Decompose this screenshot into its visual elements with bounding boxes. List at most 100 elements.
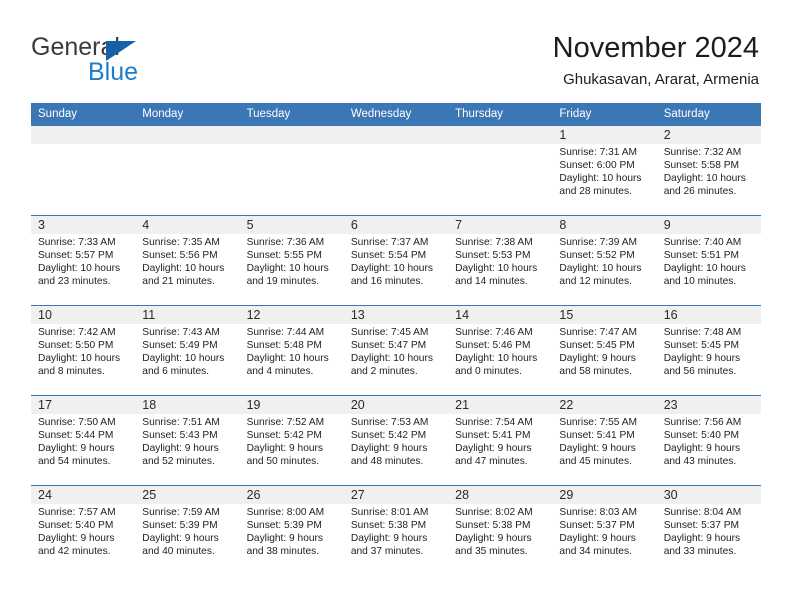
sunrise-text: Sunrise: 7:59 AM xyxy=(142,507,220,518)
day-cell[interactable]: Sunrise: 7:31 AM Sunset: 6:00 PM Dayligh… xyxy=(552,144,656,215)
sunset-text: Sunset: 5:51 PM xyxy=(663,250,740,262)
day-cell[interactable]: Sunrise: 7:40 AM Sunset: 5:51 PM Dayligh… xyxy=(657,234,761,305)
day-cell[interactable]: Sunrise: 7:59 AM Sunset: 5:39 PM Dayligh… xyxy=(135,504,239,575)
daylight-text-line1: Daylight: 9 hours xyxy=(559,443,636,455)
day-cell[interactable]: Sunrise: 7:48 AM Sunset: 5:45 PM Dayligh… xyxy=(657,324,761,395)
day-number[interactable]: 26 xyxy=(240,486,344,504)
day-cell[interactable]: Sunrise: 8:03 AM Sunset: 5:37 PM Dayligh… xyxy=(552,504,656,575)
day-number[interactable] xyxy=(448,126,552,144)
day-number[interactable]: 18 xyxy=(135,396,239,414)
day-number[interactable]: 4 xyxy=(135,216,239,234)
day-number[interactable]: 6 xyxy=(344,216,448,234)
day-number[interactable]: 16 xyxy=(657,306,761,324)
week-daynumber-band: 24 25 26 27 28 29 30 xyxy=(31,486,761,504)
sunrise-text: Sunrise: 7:45 AM xyxy=(350,327,429,338)
day-cell[interactable]: Sunrise: 7:50 AM Sunset: 5:44 PM Dayligh… xyxy=(31,414,135,485)
day-number[interactable]: 5 xyxy=(240,216,344,234)
day-cell[interactable]: Sunrise: 7:39 AM Sunset: 5:52 PM Dayligh… xyxy=(552,234,656,305)
calendar-grid: Sunday Monday Tuesday Wednesday Thursday… xyxy=(31,103,761,575)
day-cell[interactable]: Sunrise: 7:46 AM Sunset: 5:46 PM Dayligh… xyxy=(448,324,552,395)
day-number[interactable]: 7 xyxy=(448,216,552,234)
day-number[interactable] xyxy=(240,126,344,144)
sunrise-text: Sunrise: 7:51 AM xyxy=(142,417,220,428)
weekday-header-monday: Monday xyxy=(142,108,184,120)
day-cell[interactable] xyxy=(448,144,552,215)
day-cell[interactable] xyxy=(135,144,239,215)
week-daynumber-band: 1 2 xyxy=(31,126,761,144)
day-number[interactable]: 11 xyxy=(135,306,239,324)
sunrise-text: Sunrise: 7:32 AM xyxy=(663,147,742,158)
day-cell[interactable]: Sunrise: 7:43 AM Sunset: 5:49 PM Dayligh… xyxy=(135,324,239,395)
day-number[interactable]: 27 xyxy=(344,486,448,504)
daylight-text-line2: and 56 minutes. xyxy=(663,366,737,378)
day-cell[interactable]: Sunrise: 7:57 AM Sunset: 5:40 PM Dayligh… xyxy=(31,504,135,575)
day-number[interactable]: 20 xyxy=(344,396,448,414)
daylight-text-line1: Daylight: 10 hours xyxy=(142,353,225,365)
day-number[interactable]: 14 xyxy=(448,306,552,324)
day-number[interactable]: 10 xyxy=(31,306,135,324)
day-cell[interactable]: Sunrise: 8:02 AM Sunset: 5:38 PM Dayligh… xyxy=(448,504,552,575)
sunrise-text: Sunrise: 7:40 AM xyxy=(663,237,742,248)
day-number[interactable]: 19 xyxy=(240,396,344,414)
day-cell[interactable]: Sunrise: 7:32 AM Sunset: 5:58 PM Dayligh… xyxy=(657,144,761,215)
day-cell[interactable]: Sunrise: 7:56 AM Sunset: 5:40 PM Dayligh… xyxy=(657,414,761,485)
day-cell[interactable]: Sunrise: 7:36 AM Sunset: 5:55 PM Dayligh… xyxy=(240,234,344,305)
day-cell[interactable] xyxy=(31,144,135,215)
week-detail-band: Sunrise: 7:31 AM Sunset: 6:00 PM Dayligh… xyxy=(31,144,761,215)
day-number[interactable]: 15 xyxy=(552,306,656,324)
daylight-text-line1: Daylight: 10 hours xyxy=(455,353,538,365)
day-number[interactable]: 1 xyxy=(552,126,656,144)
daylight-text-line2: and 2 minutes. xyxy=(350,366,418,378)
day-number[interactable]: 2 xyxy=(657,126,761,144)
day-cell[interactable]: Sunrise: 7:45 AM Sunset: 5:47 PM Dayligh… xyxy=(344,324,448,395)
day-cell[interactable]: Sunrise: 7:55 AM Sunset: 5:41 PM Dayligh… xyxy=(552,414,656,485)
sunset-text: Sunset: 5:44 PM xyxy=(38,430,114,442)
day-number[interactable]: 28 xyxy=(448,486,552,504)
day-cell[interactable]: Sunrise: 8:04 AM Sunset: 5:37 PM Dayligh… xyxy=(657,504,761,575)
daylight-text-line2: and 54 minutes. xyxy=(38,456,111,468)
daylight-text-line2: and 40 minutes. xyxy=(142,546,215,558)
day-cell[interactable]: Sunrise: 7:53 AM Sunset: 5:42 PM Dayligh… xyxy=(344,414,448,485)
day-number[interactable]: 23 xyxy=(657,396,761,414)
day-cell[interactable]: Sunrise: 7:42 AM Sunset: 5:50 PM Dayligh… xyxy=(31,324,135,395)
day-cell[interactable]: Sunrise: 8:00 AM Sunset: 5:39 PM Dayligh… xyxy=(240,504,344,575)
sunset-text: Sunset: 5:42 PM xyxy=(350,430,427,442)
day-number[interactable]: 3 xyxy=(31,216,135,234)
day-cell[interactable] xyxy=(240,144,344,215)
day-number[interactable]: 9 xyxy=(657,216,761,234)
day-number[interactable] xyxy=(344,126,448,144)
day-number[interactable] xyxy=(31,126,135,144)
daylight-text-line1: Daylight: 9 hours xyxy=(559,353,636,365)
day-number[interactable]: 29 xyxy=(552,486,656,504)
day-cell[interactable]: Sunrise: 7:54 AM Sunset: 5:41 PM Dayligh… xyxy=(448,414,552,485)
generalblue-logo[interactable]: General Blue xyxy=(31,34,211,90)
day-number[interactable]: 17 xyxy=(31,396,135,414)
day-cell[interactable]: Sunrise: 7:38 AM Sunset: 5:53 PM Dayligh… xyxy=(448,234,552,305)
daylight-text-line1: Daylight: 10 hours xyxy=(142,263,225,275)
day-cell[interactable]: Sunrise: 7:52 AM Sunset: 5:42 PM Dayligh… xyxy=(240,414,344,485)
day-number[interactable]: 24 xyxy=(31,486,135,504)
day-cell[interactable]: Sunrise: 7:37 AM Sunset: 5:54 PM Dayligh… xyxy=(344,234,448,305)
daylight-text-line1: Daylight: 9 hours xyxy=(142,533,219,545)
day-number[interactable]: 12 xyxy=(240,306,344,324)
day-number[interactable]: 21 xyxy=(448,396,552,414)
day-cell[interactable]: Sunrise: 7:44 AM Sunset: 5:48 PM Dayligh… xyxy=(240,324,344,395)
day-cell[interactable]: Sunrise: 7:47 AM Sunset: 5:45 PM Dayligh… xyxy=(552,324,656,395)
day-cell[interactable] xyxy=(344,144,448,215)
weekday-header-sunday: Sunday xyxy=(38,108,78,120)
daylight-text-line1: Daylight: 10 hours xyxy=(246,263,329,275)
day-number[interactable] xyxy=(135,126,239,144)
day-cell[interactable]: Sunrise: 7:35 AM Sunset: 5:56 PM Dayligh… xyxy=(135,234,239,305)
daylight-text-line2: and 12 minutes. xyxy=(559,276,632,288)
day-cell[interactable]: Sunrise: 8:01 AM Sunset: 5:38 PM Dayligh… xyxy=(344,504,448,575)
day-cell[interactable]: Sunrise: 7:33 AM Sunset: 5:57 PM Dayligh… xyxy=(31,234,135,305)
day-number[interactable]: 13 xyxy=(344,306,448,324)
day-number[interactable]: 30 xyxy=(657,486,761,504)
sunrise-text: Sunrise: 7:33 AM xyxy=(38,237,116,248)
daylight-text-line2: and 35 minutes. xyxy=(455,546,528,558)
daylight-text-line2: and 37 minutes. xyxy=(350,546,424,558)
day-cell[interactable]: Sunrise: 7:51 AM Sunset: 5:43 PM Dayligh… xyxy=(135,414,239,485)
day-number[interactable]: 22 xyxy=(552,396,656,414)
day-number[interactable]: 25 xyxy=(135,486,239,504)
day-number[interactable]: 8 xyxy=(552,216,656,234)
